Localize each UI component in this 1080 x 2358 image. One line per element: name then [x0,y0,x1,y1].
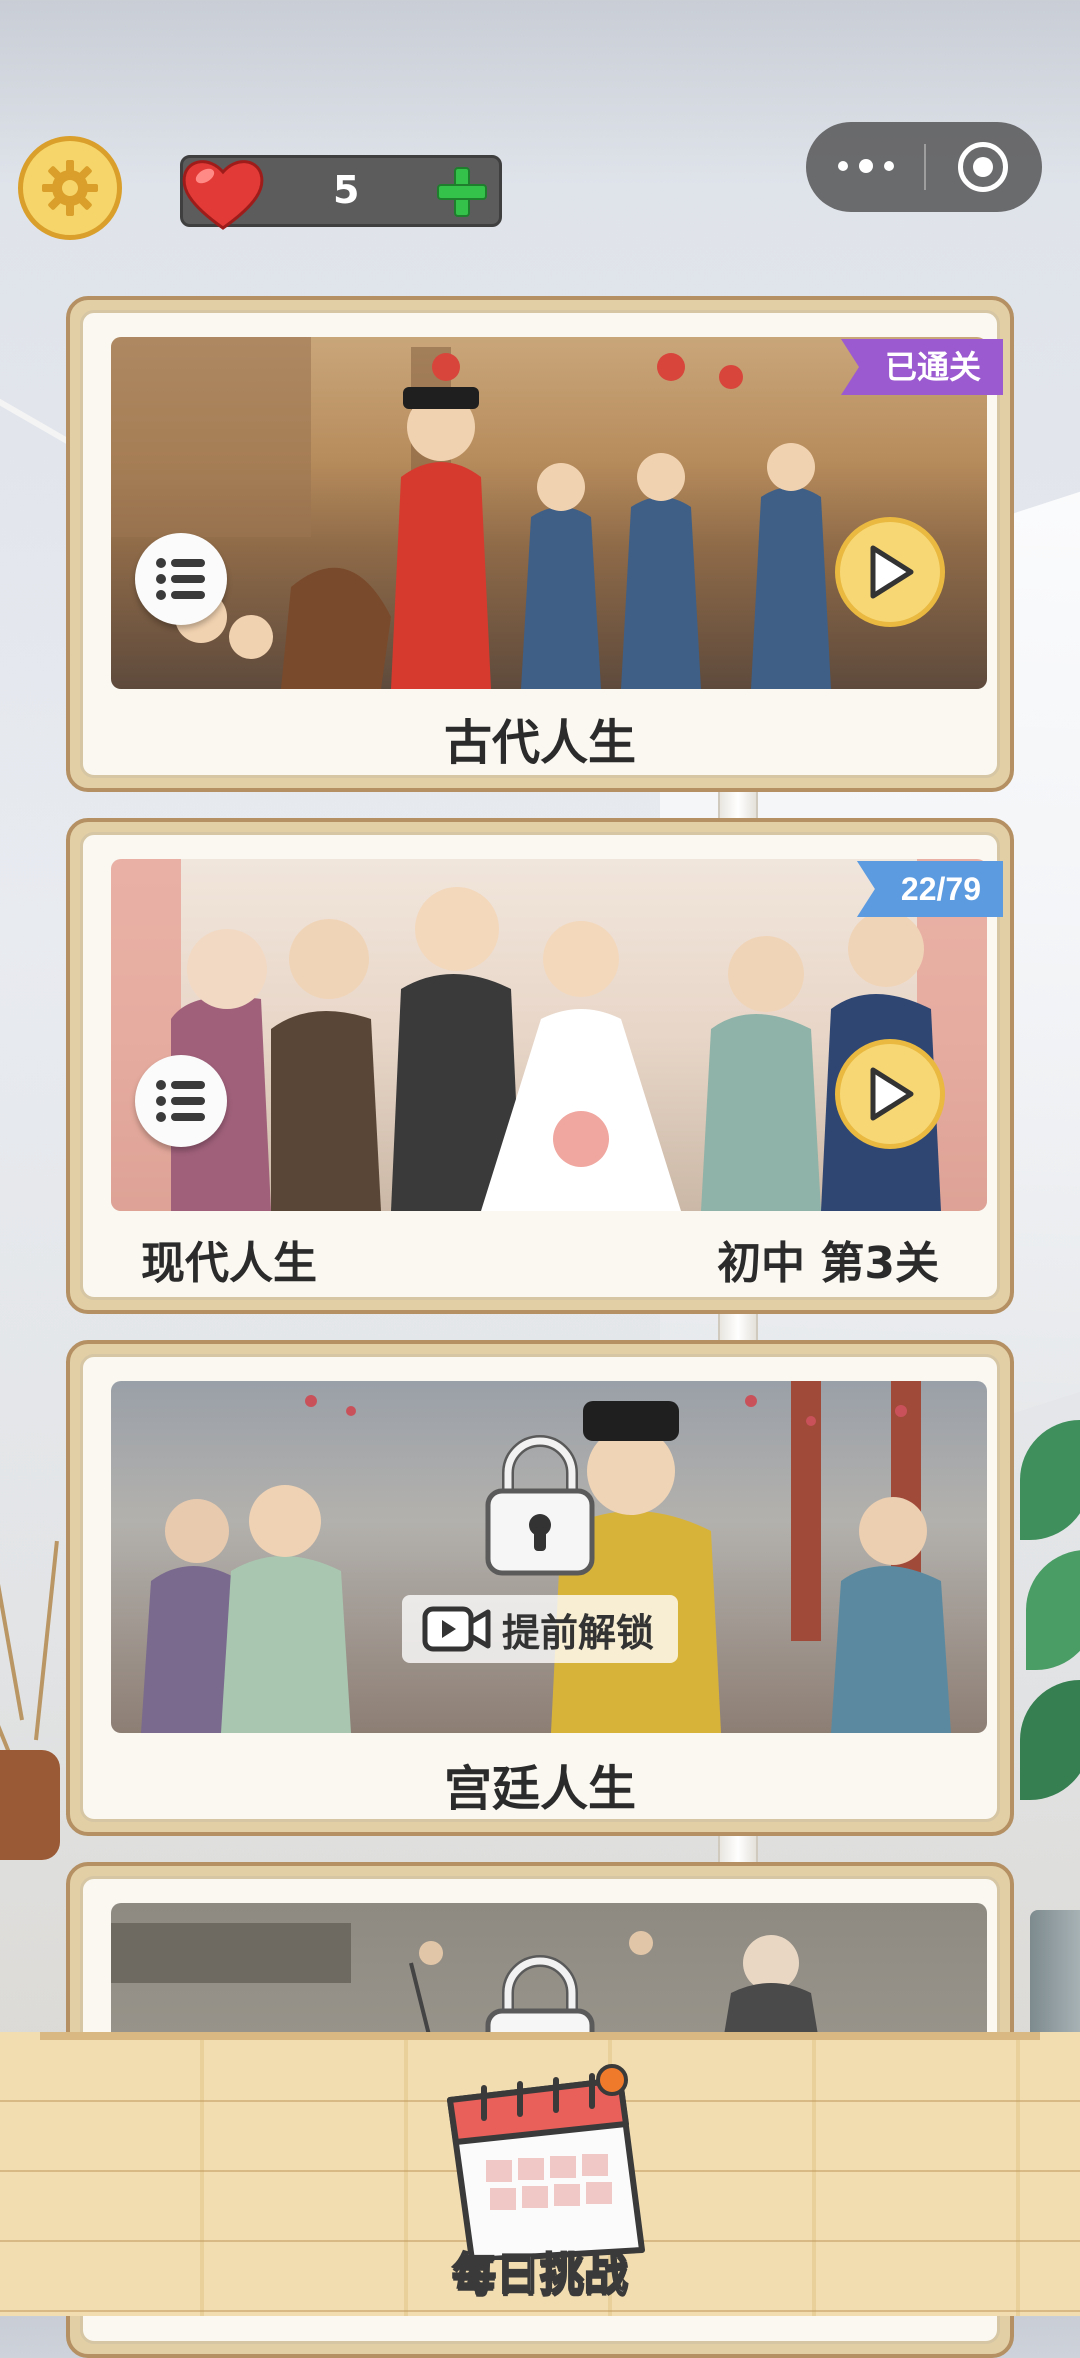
more-dots-icon[interactable] [838,148,894,184]
unlock-label: 提前解锁 [501,1610,655,1655]
gear-icon [42,160,98,216]
card-title: 古代人生 [443,715,636,771]
monstera-plant-decor [1020,1420,1080,1800]
list-icon [156,1080,205,1122]
lock-icon [485,1435,595,1576]
chapter-list-button[interactable] [135,1055,227,1147]
story-card-modern[interactable]: 22/79 现代人生 初中 第3关 [66,818,1014,1314]
add-lives-button[interactable] [431,162,493,222]
list-icon [156,558,205,600]
play-icon [870,1067,914,1121]
target-icon[interactable] [958,142,1008,192]
story-card-ancient[interactable]: 已通关 古代人生 [66,296,1014,792]
play-icon [870,545,914,599]
card-illustration [111,859,987,1211]
play-button[interactable] [835,517,945,627]
progress-badge: 22/79 [856,861,1003,917]
play-button[interactable] [835,1039,945,1149]
card-title: 现代人生 [141,1238,317,1289]
mini-program-capsule [806,122,1042,212]
modern-wedding-art [111,859,987,1211]
floor-edge [40,2032,1040,2040]
chapter-list-button[interactable] [135,533,227,625]
calendar-icon [447,2064,645,2260]
card-title: 宫廷人生 [443,1761,636,1817]
settings-button[interactable] [18,136,122,240]
heart-icon [182,160,264,230]
video-unlock-button[interactable]: 提前解锁 [401,1595,679,1663]
capsule-divider [924,144,926,190]
completed-badge: 已通关 [840,339,1003,395]
lives-count: 5 [333,168,360,212]
plant-pot-left [0,1750,60,1860]
story-card-palace[interactable]: 提前解锁 宫廷人生 [66,1340,1014,1836]
video-icon [422,1606,491,1652]
daily-challenge-button[interactable]: 每日挑战 [420,2060,660,2316]
current-level-text: 初中 第3关 [717,1238,939,1289]
daily-challenge-label: 每日挑战 [451,2248,629,2301]
lives-counter: 5 [180,155,502,230]
